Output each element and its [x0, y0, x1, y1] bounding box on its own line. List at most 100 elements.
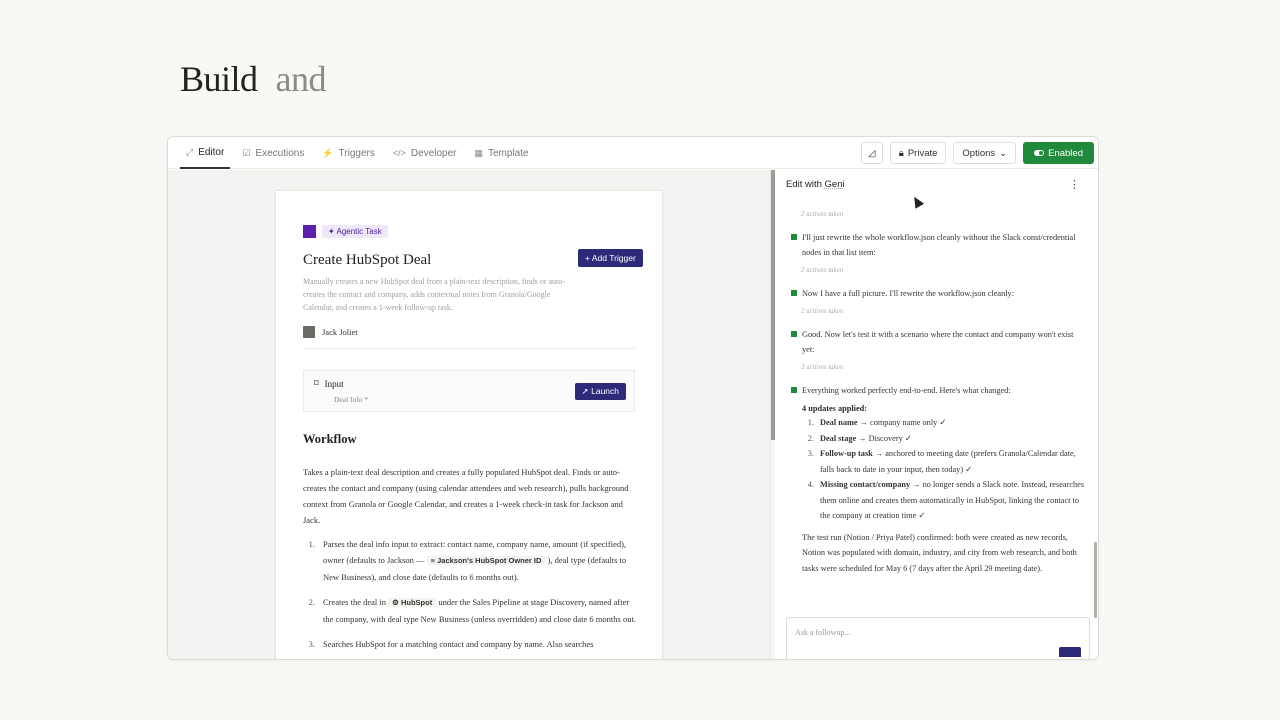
chat-log: 2 actions taken I'll just rewrite the wh…	[791, 210, 1087, 576]
header-controls: ◿ 🔒︎ Private Options ⌄ Enabled	[860, 142, 1094, 164]
geni-chat-panel: Edit with Geni ⋮ 2 actions taken I'll ju…	[775, 170, 1098, 659]
more-options-icon[interactable]: ⋮	[1069, 178, 1080, 191]
list-item: 1. Parses the deal info input to extract:…	[303, 536, 641, 585]
private-label: Private	[907, 147, 938, 159]
chat-scrollbar[interactable]	[1094, 542, 1097, 618]
tab-executions[interactable]: ☑ Executions	[236, 137, 310, 169]
step-text: Parses the deal info input to extract: c…	[323, 536, 641, 585]
hero-word-and: and	[275, 59, 327, 99]
lock-icon: 🔒︎	[898, 147, 904, 159]
updates-title: 4 updates applied:	[802, 404, 868, 413]
enabled-toggle-button[interactable]: Enabled	[1023, 142, 1094, 164]
tab-label: Developer	[410, 147, 457, 159]
update-detail: → Discovery ✓	[856, 433, 912, 443]
grid-icon: ▦	[474, 147, 483, 158]
hubspot-owner-variable: ≡ Jackson's HubSpot Owner ID	[426, 556, 546, 565]
options-label: Options	[962, 147, 996, 159]
update-number: 1.	[807, 418, 814, 427]
followup-placeholder: Ask a followup...	[795, 628, 851, 637]
step-number: 2.	[308, 597, 315, 607]
list-item: 1. Deal name → company name only ✓	[802, 415, 1087, 431]
avatar	[303, 326, 315, 338]
input-section: ⌑ Input Deal Info * ➚ Launch	[303, 370, 635, 412]
input-label: ⌑ Input	[314, 378, 344, 389]
geni-name: Geni	[824, 179, 845, 190]
chevron-down-icon: ⌄	[999, 147, 1008, 159]
add-trigger-button[interactable]: + Add Trigger	[578, 249, 643, 267]
actions-taken-label: 3 actions taken	[801, 363, 844, 371]
tab-editor[interactable]: ⤢ Editor	[180, 137, 231, 169]
workflow-section-title: Workflow	[303, 432, 357, 446]
actions-taken-label: 2 actions taken	[801, 210, 844, 218]
options-dropdown[interactable]: Options ⌄	[953, 142, 1017, 164]
chat-message: Now I have a full picture. I'll rewrite …	[791, 286, 1087, 301]
pencil-icon: ⤢	[186, 146, 194, 157]
list-item: 4. Missing contact/company → no longer se…	[802, 477, 1087, 524]
deal-info-field-label: Deal Info *	[334, 395, 369, 404]
update-text: Deal name → company name only ✓	[820, 415, 946, 431]
tab-triggers[interactable]: ⚡ Triggers	[316, 137, 381, 169]
input-label-text: Input	[324, 378, 344, 389]
followup-input[interactable]: Ask a followup...	[786, 617, 1090, 659]
actions-taken-label: 2 actions taken	[801, 266, 844, 274]
update-number: 2.	[807, 433, 814, 443]
tab-label: Editor	[198, 146, 225, 158]
agentic-task-badge: ✦ Agentic Task	[322, 225, 388, 238]
tab-template[interactable]: ▦ Template	[468, 137, 534, 169]
launch-label: Launch	[591, 386, 619, 396]
hero-word-build: Build	[180, 59, 258, 99]
send-button[interactable]	[1059, 647, 1081, 657]
geni-panel-title: Edit with Geni	[786, 179, 845, 190]
step-text: Searches HubSpot for a matching contact …	[323, 639, 594, 649]
step-number: 1.	[308, 539, 315, 549]
hero-title: Build and	[180, 58, 327, 100]
top-bar: ⤢ Editor ☑ Executions ⚡ Triggers </> Develop…	[168, 137, 1098, 169]
chat-message: I'll just rewrite the whole workflow.jso…	[791, 230, 1087, 260]
tab-developer[interactable]: </> Developer	[387, 137, 463, 169]
step-text: Creates the deal in ⚙ HubSpot under the …	[323, 594, 641, 627]
analytics-button[interactable]: ◿	[860, 142, 883, 164]
list-item: 2. Deal stage → Discovery ✓	[802, 431, 1087, 447]
update-number: 3.	[807, 449, 814, 458]
input-icon: ⌑	[314, 378, 319, 388]
editor-canvas[interactable]: ✦ Agentic Task + Add Trigger Create HubS…	[168, 170, 770, 659]
lightning-icon: ⚡	[322, 147, 334, 158]
code-icon: </>	[392, 148, 406, 158]
tab-label: Template	[487, 147, 529, 159]
badge-label: Agentic Task	[336, 227, 382, 236]
agent-color-swatch	[303, 225, 316, 238]
tab-label: Triggers	[338, 147, 375, 159]
update-bold: Deal name	[820, 418, 858, 427]
chat-message: Everything worked perfectly end-to-end. …	[791, 383, 1087, 398]
divider	[303, 348, 635, 349]
author-name: Jack Joliet	[322, 327, 358, 337]
toggle-icon	[1034, 150, 1045, 156]
update-text: Follow-up task → anchored to meeting dat…	[820, 446, 1087, 477]
updates-list: 1. Deal name → company name only ✓ 2. Deal…	[802, 415, 1087, 524]
tab-label: Executions	[255, 147, 305, 159]
update-text: Missing contact/company → no longer send…	[820, 477, 1087, 524]
chart-icon: ◿	[868, 147, 876, 159]
step-number: 3.	[308, 639, 315, 649]
update-detail: → company name only ✓	[857, 418, 947, 427]
list-item: 3. Follow-up task → anchored to meeting d…	[802, 446, 1087, 477]
checkbox-icon: ☑	[242, 147, 251, 158]
list-item: 3. Searches HubSpot for a matching contac…	[303, 636, 641, 652]
enabled-label: Enabled	[1048, 147, 1083, 159]
author: Jack Joliet	[303, 326, 358, 338]
launch-button[interactable]: ➚ Launch	[574, 383, 626, 400]
actions-taken-label: 2 actions taken	[801, 307, 844, 315]
update-bold: Deal stage	[820, 433, 857, 443]
tab-bar: ⤢ Editor ☑ Executions ⚡ Triggers </> Develop…	[180, 137, 541, 169]
badge-row: ✦ Agentic Task	[303, 225, 388, 238]
hubspot-integration-pill: ⚙ HubSpot	[388, 598, 437, 607]
update-bold: Follow-up task	[820, 449, 873, 458]
test-run-summary: The test run (Notion / Priya Patel) conf…	[802, 532, 1077, 573]
workflow-card: ✦ Agentic Task + Add Trigger Create HubS…	[275, 190, 663, 659]
step-text-a: Creates the deal in	[323, 597, 387, 607]
update-number: 4.	[807, 480, 814, 489]
chat-message: Good. Now let's test it with a scenario …	[791, 327, 1087, 357]
workflow-section-description: Takes a plain-text deal description and …	[303, 467, 629, 525]
private-button[interactable]: 🔒︎ Private	[889, 142, 947, 164]
geni-header-prefix: Edit with	[786, 179, 822, 190]
